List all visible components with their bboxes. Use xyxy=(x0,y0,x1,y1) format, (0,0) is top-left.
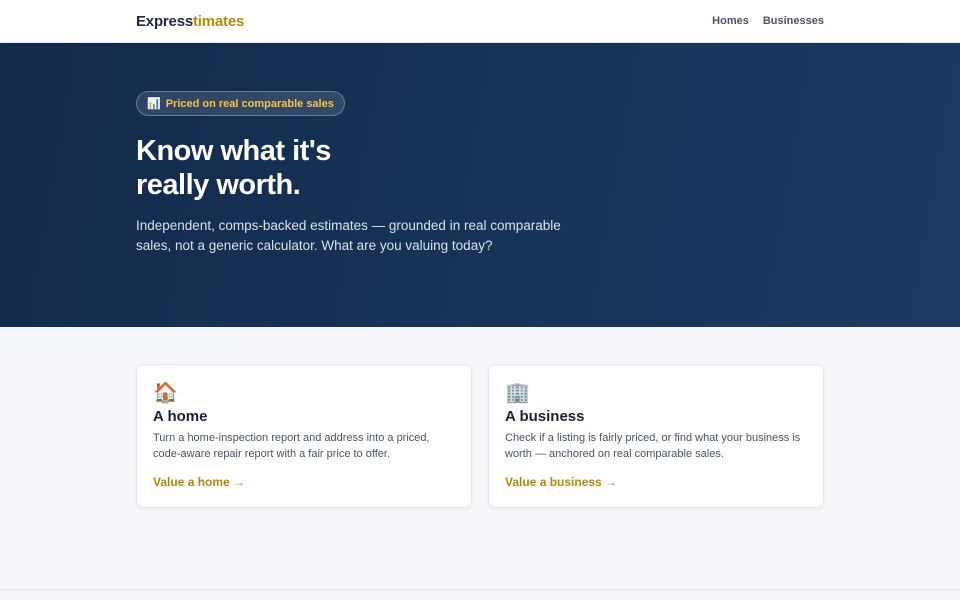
house-icon: 🏠 xyxy=(153,382,178,404)
value-home-link[interactable]: Value a home → xyxy=(153,475,245,489)
logo-accent-text: timates xyxy=(192,12,245,30)
office-building-icon: 🏢 xyxy=(505,382,530,404)
logo-main-text: Express xyxy=(136,12,193,30)
valuation-options: 🏠 A home Turn a home-inspection report a… xyxy=(0,327,960,508)
footer-divider xyxy=(0,589,960,590)
card-home-description: Turn a home-inspection report and addres… xyxy=(153,432,430,460)
hero-badge-text: Priced on real comparable sales xyxy=(165,97,334,110)
hero-subtext: Independent, comps-backed estimates — gr… xyxy=(136,218,561,253)
value-business-link[interactable]: Value a business → xyxy=(505,475,617,489)
card-home-title: A home xyxy=(153,408,208,425)
hero-headline: Know what it's really worth. xyxy=(136,135,331,201)
site-logo[interactable]: Expresstimates xyxy=(136,13,244,30)
hero-badge: 📊 Priced on real comparable sales xyxy=(136,91,345,116)
nav-link-businesses[interactable]: Businesses xyxy=(763,15,824,27)
card-business-description: Check if a listing is fairly priced, or … xyxy=(505,432,801,460)
top-nav-bar: Expresstimates Homes Businesses xyxy=(0,0,960,43)
main-nav: Homes Businesses xyxy=(712,15,824,27)
nav-link-homes[interactable]: Homes xyxy=(712,15,749,27)
bar-chart-icon: 📊 xyxy=(147,98,161,110)
card-home[interactable]: 🏠 A home Turn a home-inspection report a… xyxy=(136,364,472,508)
card-business[interactable]: 🏢 A business Check if a listing is fairl… xyxy=(488,364,824,508)
card-business-title: A business xyxy=(505,408,585,425)
hero-section: 📊 Priced on real comparable sales Know w… xyxy=(0,43,960,327)
